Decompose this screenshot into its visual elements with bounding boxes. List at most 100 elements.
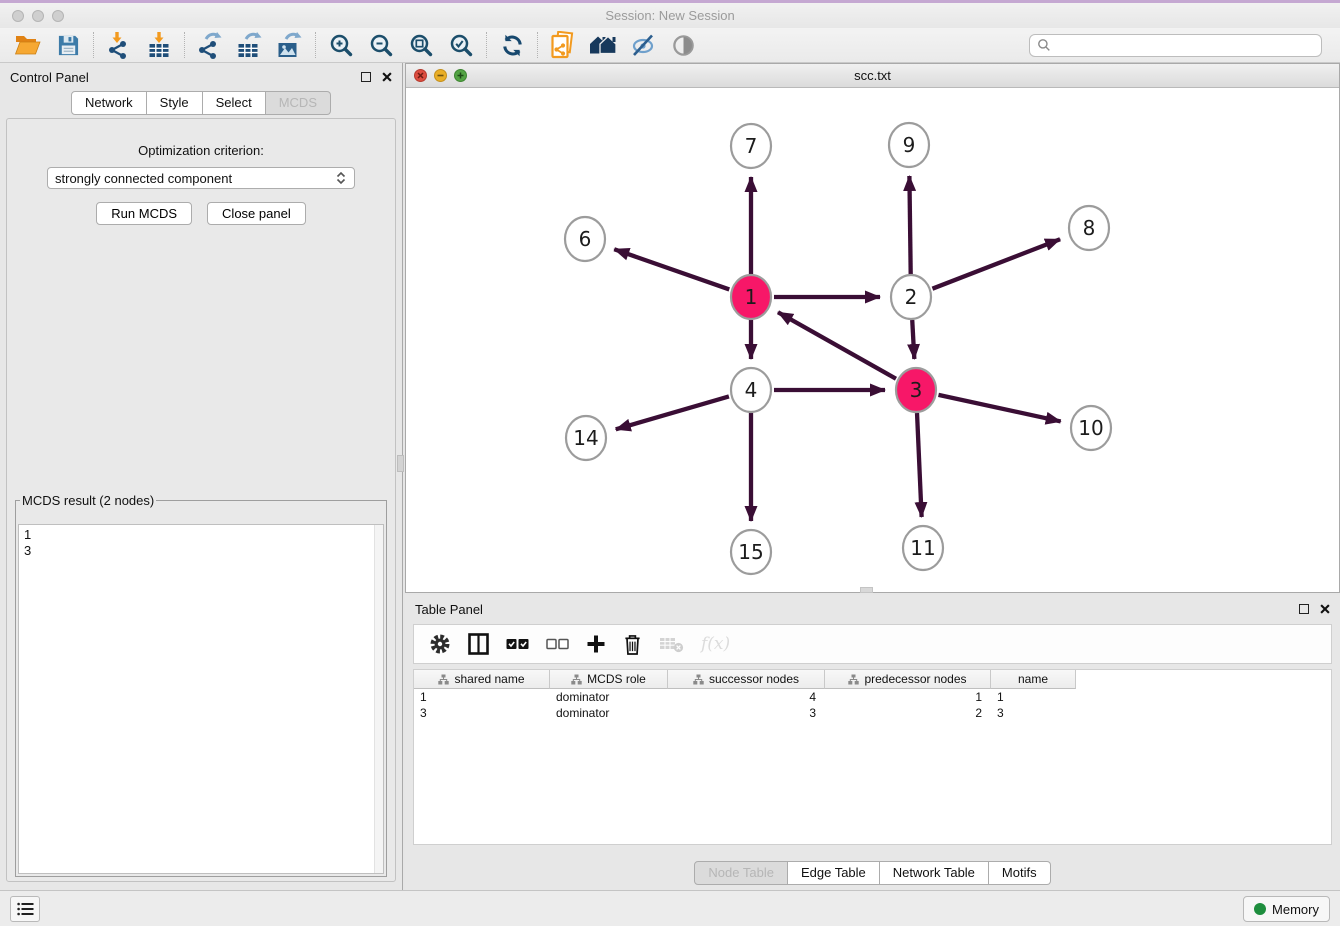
graph-edge-3-11[interactable] [917, 413, 922, 517]
network-window-titlebar[interactable]: scc.txt [406, 64, 1339, 88]
close-table-panel-icon[interactable] [1320, 604, 1330, 614]
zoom-out-icon[interactable] [361, 29, 401, 61]
column-header-shared-name[interactable]: shared name [414, 670, 550, 689]
node-table[interactable]: shared nameMCDS rolesuccessor nodesprede… [413, 669, 1332, 845]
graph-node-4[interactable]: 4 [731, 368, 771, 412]
graph-node-9[interactable]: 9 [889, 123, 929, 167]
column-header-predecessor-nodes[interactable]: predecessor nodes [825, 670, 991, 689]
table-cell[interactable]: 3 [991, 705, 1076, 721]
graph-edge-1-6[interactable] [614, 249, 729, 289]
float-table-panel-icon[interactable] [1299, 604, 1309, 614]
refresh-view-icon[interactable] [492, 29, 532, 61]
table-row[interactable]: 3dominator323 [414, 705, 1331, 721]
titlebar: Session: New Session [0, 3, 1340, 28]
table-cell[interactable]: 4 [668, 689, 825, 705]
graph-edge-2-9[interactable] [909, 176, 910, 274]
graph-node-7[interactable]: 7 [731, 124, 771, 168]
graph-node-8[interactable]: 8 [1069, 206, 1109, 250]
table-cell[interactable]: 1 [991, 689, 1076, 705]
close-window-icon[interactable] [12, 10, 24, 22]
birds-eye-view-icon[interactable] [663, 29, 703, 61]
show-all-networks-icon[interactable] [583, 29, 623, 61]
select-all-icon[interactable] [506, 638, 529, 650]
table-cell[interactable]: 3 [668, 705, 825, 721]
run-mcds-button[interactable]: Run MCDS [96, 202, 192, 225]
table-row[interactable]: 1dominator411 [414, 689, 1331, 705]
fit-content-icon[interactable] [401, 29, 441, 61]
tab-mcds[interactable]: MCDS [266, 91, 331, 115]
deselect-all-icon[interactable] [546, 638, 569, 650]
table-cell[interactable]: dominator [550, 705, 668, 721]
tab-network[interactable]: Network [71, 91, 147, 115]
graph-edge-3-1[interactable] [778, 312, 896, 378]
zoom-selected-icon[interactable] [441, 29, 481, 61]
graph-node-11[interactable]: 11 [903, 526, 943, 570]
browse-columns-icon[interactable] [468, 633, 489, 655]
memory-status-icon [1254, 903, 1266, 915]
splitter-handle-horizontal[interactable] [860, 587, 873, 593]
graphics-details-icon[interactable] [623, 29, 663, 61]
graph-node-2[interactable]: 2 [891, 275, 931, 319]
search-input[interactable] [1056, 38, 1321, 52]
tab-network-table[interactable]: Network Table [880, 861, 989, 885]
svg-text:10: 10 [1078, 416, 1103, 440]
tab-edge-table[interactable]: Edge Table [788, 861, 880, 885]
minimize-window-icon[interactable] [32, 10, 44, 22]
control-panel-tabs: NetworkStyleSelectMCDS [0, 91, 402, 115]
export-image-icon[interactable] [270, 29, 310, 61]
graph-node-14[interactable]: 14 [566, 416, 606, 460]
export-table-icon[interactable] [230, 29, 270, 61]
zoom-window-icon[interactable] [52, 10, 64, 22]
graph-node-3[interactable]: 3 [896, 368, 936, 412]
result-scrollbar[interactable] [374, 525, 383, 873]
graph-node-10[interactable]: 10 [1071, 406, 1111, 450]
column-type-icon [848, 674, 859, 685]
table-cell[interactable]: 1 [825, 689, 991, 705]
tab-motifs[interactable]: Motifs [989, 861, 1051, 885]
graph-edge-4-14[interactable] [616, 396, 729, 429]
close-panel-icon[interactable] [382, 72, 392, 82]
close-panel-button[interactable]: Close panel [207, 202, 306, 225]
svg-text:11: 11 [910, 536, 935, 560]
export-network-icon[interactable] [190, 29, 230, 61]
import-network-icon[interactable] [99, 29, 139, 61]
table-toolbar: f(x) [413, 624, 1332, 664]
network-from-file-icon[interactable] [543, 29, 583, 61]
import-table-icon[interactable] [139, 29, 179, 61]
table-cell[interactable]: 1 [414, 689, 550, 705]
graph-edge-2-8[interactable] [932, 239, 1060, 288]
tab-style[interactable]: Style [147, 91, 203, 115]
graph-node-15[interactable]: 15 [731, 530, 771, 574]
graph-node-6[interactable]: 6 [565, 217, 605, 261]
graph-edge-2-3[interactable] [912, 320, 914, 359]
criterion-dropdown[interactable]: strongly connected component [47, 167, 355, 189]
delete-column-icon[interactable] [623, 633, 642, 656]
table-panel: Table Panel f(x) shared n [405, 595, 1340, 890]
settings-gear-icon[interactable] [429, 633, 451, 655]
column-header-MCDS-role[interactable]: MCDS role [550, 670, 668, 689]
table-cell[interactable]: 2 [825, 705, 991, 721]
graph-node-1[interactable]: 1 [731, 275, 771, 319]
tab-node-table[interactable]: Node Table [694, 861, 788, 885]
network-canvas[interactable]: 7 9 6 8 1 2 4 3 14 10 15 11 [406, 88, 1339, 592]
graph-edge-3-10[interactable] [938, 395, 1060, 422]
add-column-icon[interactable] [586, 634, 606, 654]
mcds-result-area[interactable]: 1 3 [18, 524, 384, 874]
splitter-handle-vertical[interactable] [397, 455, 404, 472]
maximize-network-icon[interactable] [454, 69, 467, 82]
open-file-icon[interactable] [8, 29, 48, 61]
toolbar-separator [537, 32, 538, 58]
minimize-network-icon[interactable] [434, 69, 447, 82]
float-panel-icon[interactable] [361, 72, 371, 82]
save-session-icon[interactable] [48, 29, 88, 61]
table-cell[interactable]: 3 [414, 705, 550, 721]
table-cell[interactable]: dominator [550, 689, 668, 705]
search-input-box[interactable] [1029, 34, 1322, 57]
close-network-icon[interactable] [414, 69, 427, 82]
column-header-name[interactable]: name [991, 670, 1076, 689]
column-header-successor-nodes[interactable]: successor nodes [668, 670, 825, 689]
zoom-in-icon[interactable] [321, 29, 361, 61]
tab-select[interactable]: Select [203, 91, 266, 115]
memory-button[interactable]: Memory [1243, 896, 1330, 922]
task-history-button[interactable] [10, 896, 40, 922]
